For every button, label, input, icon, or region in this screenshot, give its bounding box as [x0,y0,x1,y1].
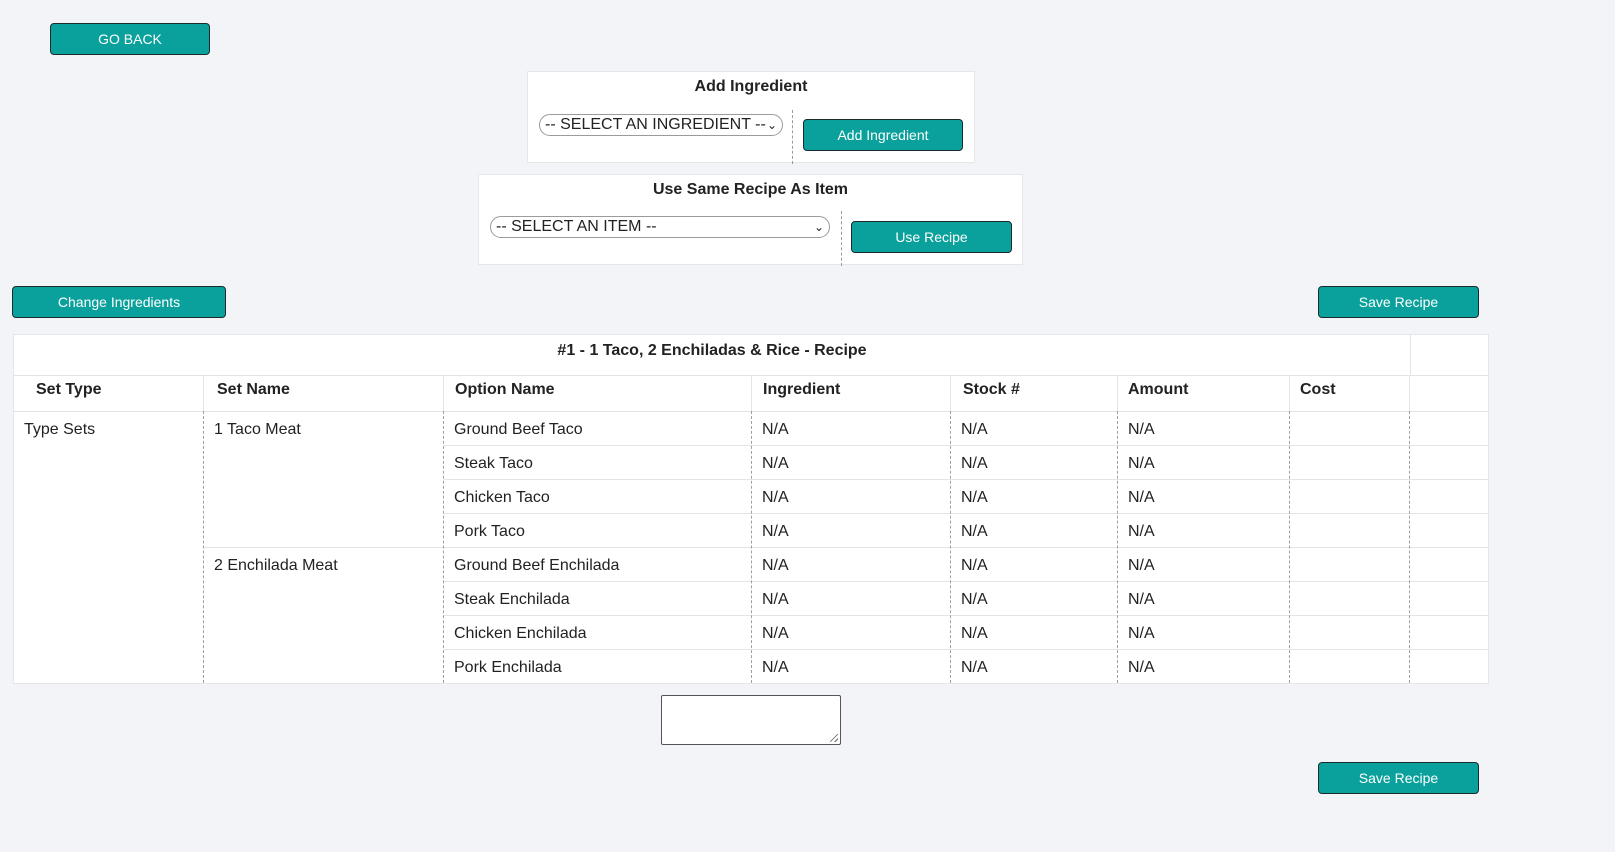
ingredient-cell: N/A [762,591,789,608]
amount-cell: N/A [1128,489,1155,506]
item-select[interactable]: -- SELECT AN ITEM -- ⌄ [490,216,830,238]
header-amount: Amount [1128,381,1189,398]
ingredient-cell: N/A [762,659,789,676]
option-cell: Steak Enchilada [454,591,570,608]
header-cost: Cost [1300,381,1336,398]
ingredient-cell: N/A [762,523,789,540]
use-recipe-button[interactable]: Use Recipe [851,221,1012,253]
option-cell: Ground Beef Enchilada [454,557,620,574]
row-divider [444,445,1488,446]
row-divider [444,581,1488,582]
header-option-name: Option Name [455,381,555,398]
option-cell: Pork Taco [454,523,525,540]
save-recipe-bottom-button[interactable]: Save Recipe [1318,762,1479,794]
header-column-divider [1289,375,1290,411]
header-column-divider [1117,375,1118,411]
chevron-down-icon: ⌄ [766,118,777,132]
save-recipe-button[interactable]: Save Recipe [1318,286,1479,318]
item-select-value: -- SELECT AN ITEM -- [496,218,657,235]
same-recipe-title: Use Same Recipe As Item [652,181,849,198]
header-column-divider [950,375,951,411]
row-divider [444,513,1488,514]
column-divider [443,411,444,683]
column-divider [1409,411,1410,683]
ingredient-cell: N/A [762,557,789,574]
amount-cell: N/A [1128,421,1155,438]
resize-grip-icon[interactable] [830,734,838,742]
column-divider [1289,411,1290,683]
stock-cell: N/A [961,557,988,574]
recipe-title: #1 - 1 Taco, 2 Enchiladas & Rice - Recip… [557,342,867,359]
header-stock: Stock # [963,381,1020,398]
add-ingredient-title: Add Ingredient [694,78,808,95]
column-divider [751,411,752,683]
amount-cell: N/A [1128,455,1155,472]
amount-cell: N/A [1128,659,1155,676]
option-cell: Steak Taco [454,455,533,472]
header-ingredient: Ingredient [763,381,841,398]
chevron-down-icon: ⌄ [813,220,824,234]
stock-cell: N/A [961,421,988,438]
stock-cell: N/A [961,591,988,608]
amount-cell: N/A [1128,591,1155,608]
option-cell: Chicken Enchilada [454,625,587,642]
ingredient-cell: N/A [762,625,789,642]
amount-cell: N/A [1128,523,1155,540]
set-name-cell: 2 Enchilada Meat [214,557,338,574]
stock-cell: N/A [961,523,988,540]
amount-cell: N/A [1128,557,1155,574]
header-column-divider [443,375,444,411]
header-set-type: Set Type [36,381,102,398]
go-back-button[interactable]: GO BACK [50,23,210,55]
stock-cell: N/A [961,455,988,472]
ingredient-select[interactable]: -- SELECT AN INGREDIENT -- ⌄ [539,114,783,136]
title-divider [1410,335,1411,375]
amount-cell: N/A [1128,625,1155,642]
column-divider [1117,411,1118,683]
option-cell: Ground Beef Taco [454,421,583,438]
row-divider [444,479,1488,480]
ingredient-cell: N/A [762,421,789,438]
change-ingredients-button[interactable]: Change Ingredients [12,286,226,318]
stock-cell: N/A [961,489,988,506]
header-column-divider [1409,375,1410,411]
column-divider [203,411,204,683]
stock-cell: N/A [961,625,988,642]
ingredient-select-value: -- SELECT AN INGREDIENT -- [545,116,766,133]
set-type-cell: Type Sets [24,421,96,438]
set-name-cell: 1 Taco Meat [214,421,301,438]
row-divider [444,615,1488,616]
row-divider [444,649,1488,650]
stock-cell: N/A [961,659,988,676]
divider [792,110,793,164]
add-ingredient-button[interactable]: Add Ingredient [803,119,963,151]
recipe-table: #1 - 1 Taco, 2 Enchiladas & Rice - Recip… [13,334,1489,684]
header-column-divider [203,375,204,411]
header-column-divider [751,375,752,411]
ingredient-cell: N/A [762,489,789,506]
ingredient-cell: N/A [762,455,789,472]
option-cell: Chicken Taco [454,489,550,506]
header-set-name: Set Name [217,381,290,398]
column-divider [950,411,951,683]
notes-textarea[interactable] [661,695,841,745]
option-cell: Pork Enchilada [454,659,562,676]
set-divider [204,547,1488,548]
divider [841,211,842,266]
